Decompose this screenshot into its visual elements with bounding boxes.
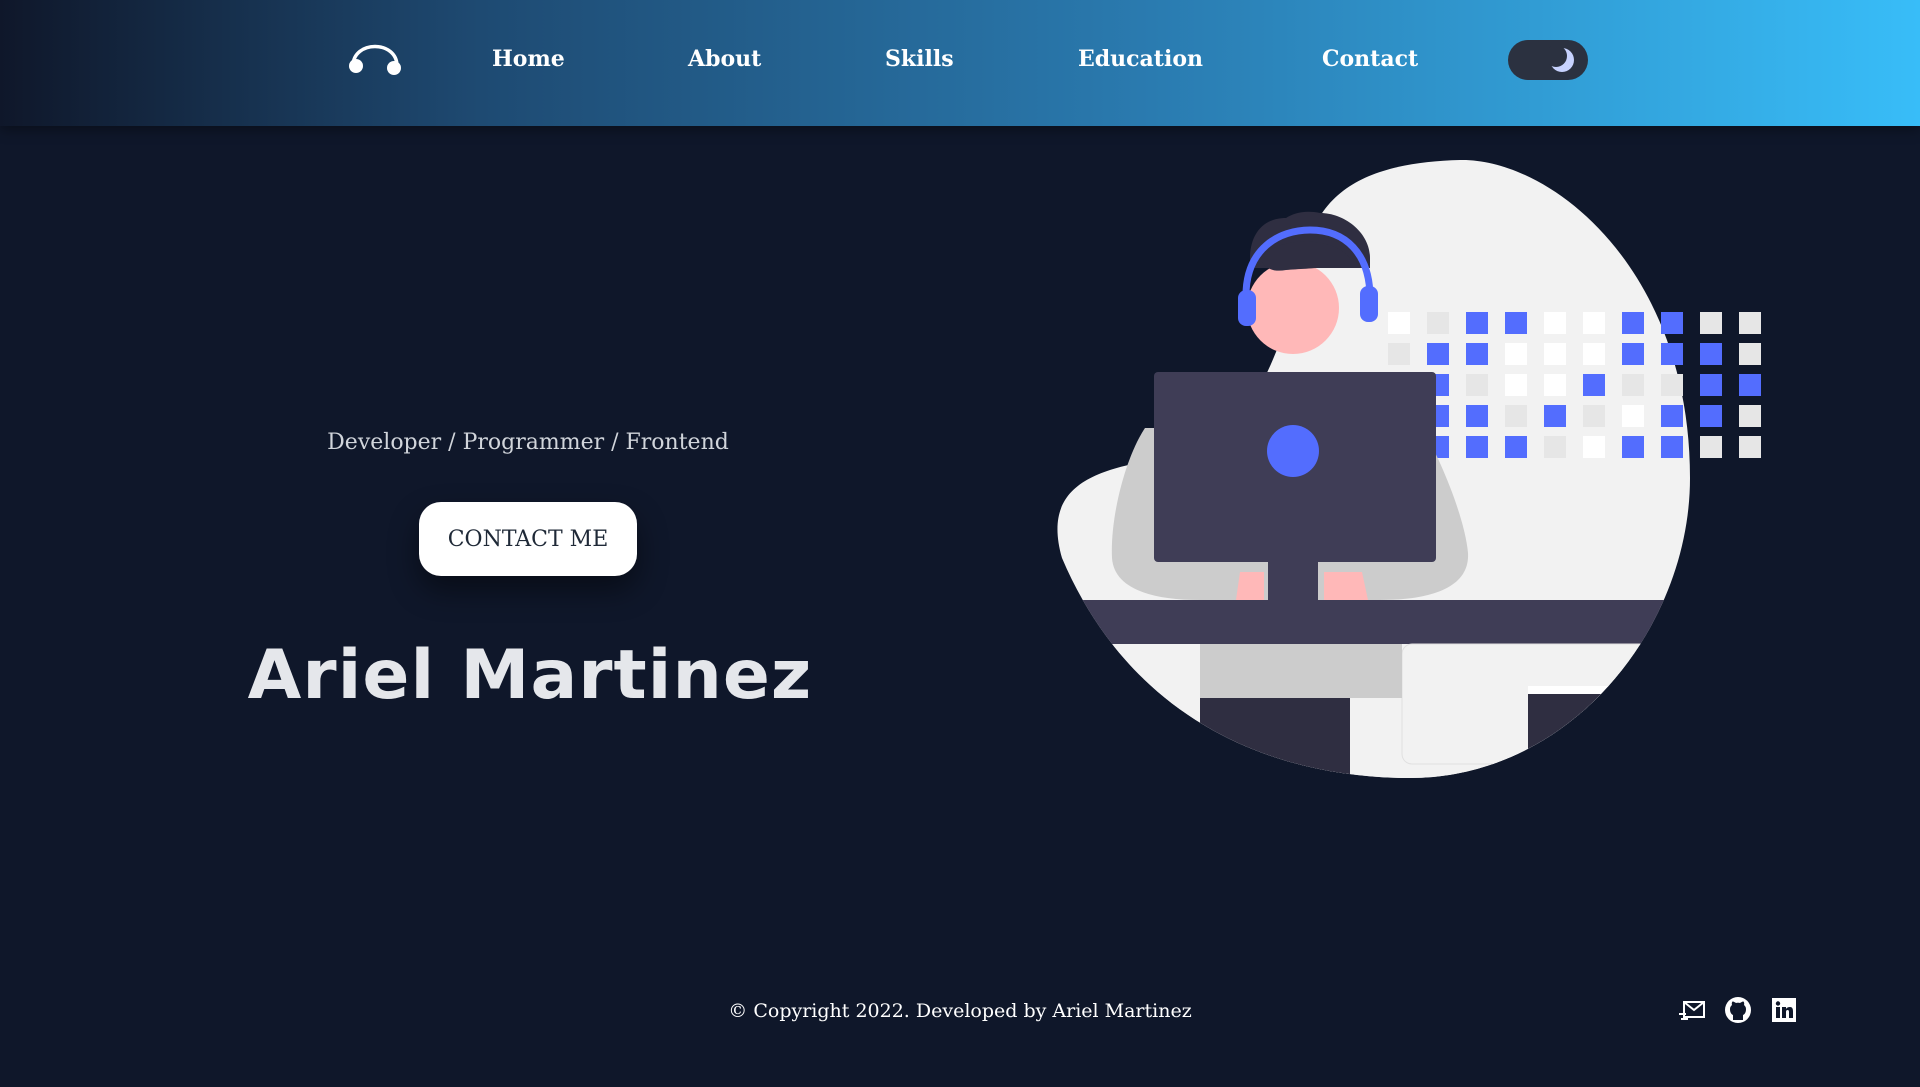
moon-icon — [1548, 46, 1574, 72]
hero-subtitle: Developer / Programmer / Frontend — [327, 430, 729, 455]
hero-title-wrap: Ariel Martinez — [140, 318, 920, 715]
nav-link-contact[interactable]: Contact — [1322, 44, 1418, 74]
nav-link-education[interactable]: Education — [1078, 44, 1203, 74]
theme-toggle[interactable] — [1508, 40, 1588, 80]
developer-illustration — [1057, 159, 1761, 779]
navbar: Home About Skills Education Contact — [0, 0, 1920, 126]
headphones-icon[interactable] — [345, 26, 405, 78]
linkedin-icon[interactable] — [1770, 996, 1798, 1024]
nav-link-home[interactable]: Home — [492, 44, 565, 74]
github-icon[interactable] — [1724, 996, 1752, 1024]
hero-name: Ariel Martinez — [247, 636, 813, 715]
mail-icon[interactable] — [1678, 996, 1706, 1024]
contact-me-button[interactable]: CONTACT ME — [419, 502, 637, 576]
copyright-text: © Copyright 2022. Developed by Ariel Mar… — [728, 1000, 1192, 1022]
nav-link-about[interactable]: About — [688, 44, 761, 74]
nav-link-skills[interactable]: Skills — [885, 44, 954, 74]
